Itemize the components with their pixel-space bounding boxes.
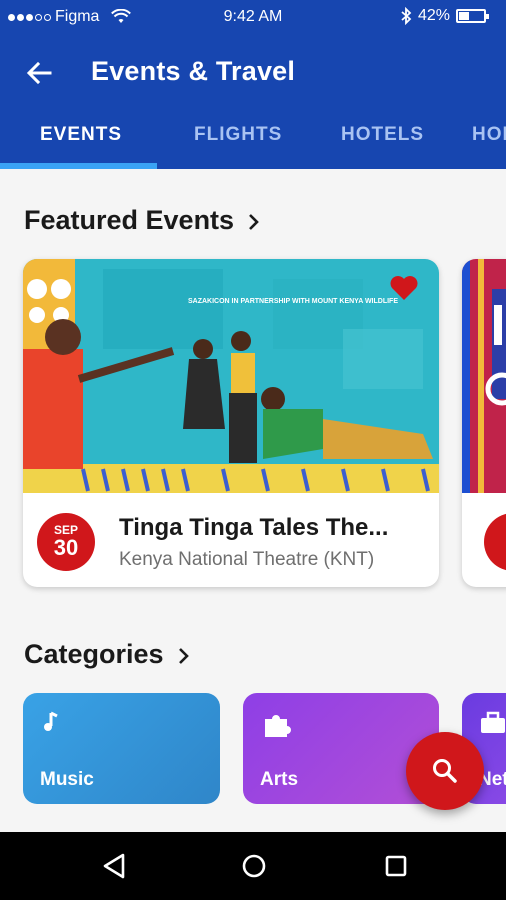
chevron-right-icon xyxy=(249,214,259,230)
event-date-badge: SEP 30 xyxy=(37,513,95,571)
nav-home-button[interactable] xyxy=(238,850,270,882)
briefcase-icon xyxy=(481,711,505,733)
category-label: Arts xyxy=(260,769,299,790)
tab-indicator xyxy=(0,163,157,169)
battery-percent: 42% xyxy=(417,7,450,24)
status-right: 42% xyxy=(400,7,489,25)
recents-square-icon xyxy=(385,855,407,877)
heart-icon[interactable] xyxy=(389,275,419,301)
category-music[interactable]: Music xyxy=(23,693,220,804)
event-date-badge-next xyxy=(484,513,506,571)
page-title: Events & Travel xyxy=(91,56,296,86)
tab-holidays[interactable]: HOLIDAYS xyxy=(472,124,506,146)
app-bar: Events & Travel xyxy=(0,34,506,112)
event-venue: Kenya National Theatre (KNT) xyxy=(119,549,375,570)
tab-flights[interactable]: FLIGHTS xyxy=(194,124,282,146)
featured-events-header[interactable]: Featured Events xyxy=(24,205,260,236)
tab-hotels[interactable]: HOTELS xyxy=(341,124,424,146)
tab-events[interactable]: EVENTS xyxy=(40,124,122,146)
event-title: Tinga Tinga Tales The... xyxy=(119,514,389,541)
categories-header[interactable]: Categories xyxy=(24,639,190,670)
music-note-icon xyxy=(44,711,58,731)
event-day: 30 xyxy=(53,535,79,560)
home-circle-icon xyxy=(242,854,266,878)
back-button[interactable] xyxy=(22,56,56,90)
chevron-right-icon xyxy=(178,648,189,664)
bluetooth-icon xyxy=(401,7,412,25)
search-fab-button[interactable] xyxy=(406,732,484,810)
nav-recents-button[interactable] xyxy=(380,850,412,882)
arrow-back-icon xyxy=(26,61,52,85)
categories-title: Categories xyxy=(24,639,164,669)
system-nav-bar xyxy=(0,832,506,900)
event-banner-text: SAZAKICON IN PARTNERSHIP WITH MOUNT KENY… xyxy=(188,298,398,305)
battery-icon xyxy=(456,9,489,23)
event-banner-image-next xyxy=(462,259,506,493)
event-card[interactable]: SAZAKICON IN PARTNERSHIP WITH MOUNT KENY… xyxy=(23,259,439,587)
status-bar: Figma 9:42 AM 42% xyxy=(0,0,506,34)
tab-bar: EVENTS FLIGHTS HOTELS HOLIDAYS xyxy=(0,112,506,169)
event-banner-image: SAZAKICON IN PARTNERSHIP WITH MOUNT KENY… xyxy=(23,259,439,493)
search-icon xyxy=(433,759,457,783)
featured-events-title: Featured Events xyxy=(24,205,235,235)
event-card-next[interactable] xyxy=(462,259,506,587)
category-label: Music xyxy=(40,769,94,790)
puzzle-icon xyxy=(265,715,291,737)
nav-back-button[interactable] xyxy=(98,850,130,882)
back-triangle-icon xyxy=(103,853,125,879)
